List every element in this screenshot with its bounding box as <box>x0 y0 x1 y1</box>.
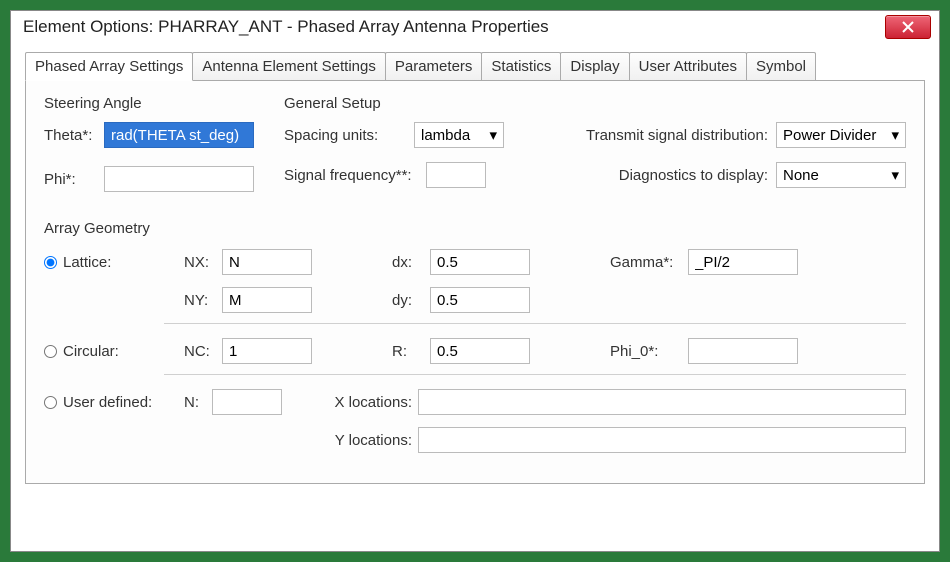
circular-radio[interactable]: Circular: <box>44 343 184 360</box>
signal-frequency-label: Signal frequency**: <box>284 167 426 184</box>
yloc-label: Y locations: <box>322 432 412 449</box>
phi-input[interactable] <box>104 166 254 192</box>
dy-input[interactable] <box>430 287 530 313</box>
n-input[interactable] <box>212 389 282 415</box>
tab-parameters[interactable]: Parameters <box>385 52 483 81</box>
theta-label: Theta*: <box>44 127 104 144</box>
spacing-units-value: lambda <box>421 127 470 144</box>
circular-label: Circular: <box>63 343 119 360</box>
close-button[interactable] <box>885 15 931 39</box>
chevron-down-icon: ▾ <box>891 126 899 144</box>
array-geometry-title: Array Geometry <box>44 220 906 237</box>
phi-label: Phi*: <box>44 171 104 188</box>
ny-input[interactable] <box>222 287 312 313</box>
tab-display[interactable]: Display <box>560 52 629 81</box>
dx-label: dx: <box>392 254 430 271</box>
tx-distribution-value: Power Divider <box>783 127 876 144</box>
steering-angle-section: Steering Angle Theta*: Phi*: <box>44 95 274 202</box>
xloc-input[interactable] <box>418 389 906 415</box>
phi0-label: Phi_0*: <box>610 343 688 360</box>
chevron-down-icon: ▾ <box>891 166 899 184</box>
dialog-window: Element Options: PHARRAY_ANT - Phased Ar… <box>10 10 940 552</box>
dy-label: dy: <box>392 292 430 309</box>
general-setup-left: General Setup Spacing units: lambda ▾ Si… <box>284 95 576 202</box>
ny-label: NY: <box>184 292 222 309</box>
tab-panel: Steering Angle Theta*: Phi*: General Set… <box>25 80 925 484</box>
user-defined-radio[interactable]: User defined: <box>44 394 184 411</box>
window-title: Element Options: PHARRAY_ANT - Phased Ar… <box>23 17 885 37</box>
gamma-label: Gamma*: <box>610 254 688 271</box>
lattice-radio-input[interactable] <box>44 256 57 269</box>
title-bar: Element Options: PHARRAY_ANT - Phased Ar… <box>11 11 939 43</box>
array-geometry-section: Array Geometry Lattice: NX: dx: Gamma*: <box>44 220 906 453</box>
spacing-units-label: Spacing units: <box>284 127 414 144</box>
separator <box>164 374 906 375</box>
tab-bar: Phased Array Settings Antenna Element Se… <box>25 52 925 81</box>
lattice-label: Lattice: <box>63 254 111 271</box>
tx-distribution-dropdown[interactable]: Power Divider ▾ <box>776 122 906 148</box>
diagnostics-dropdown[interactable]: None ▾ <box>776 162 906 188</box>
nc-input[interactable] <box>222 338 312 364</box>
n-label: N: <box>184 394 212 411</box>
tab-symbol[interactable]: Symbol <box>746 52 816 81</box>
r-label: R: <box>392 343 430 360</box>
top-grid: Steering Angle Theta*: Phi*: General Set… <box>44 95 906 202</box>
spacing-units-dropdown[interactable]: lambda ▾ <box>414 122 504 148</box>
yloc-input[interactable] <box>418 427 906 453</box>
steering-angle-title: Steering Angle <box>44 95 274 112</box>
general-setup-right: . Transmit signal distribution: Power Di… <box>586 95 906 202</box>
phi0-input[interactable] <box>688 338 798 364</box>
signal-frequency-input[interactable] <box>426 162 486 188</box>
tab-statistics[interactable]: Statistics <box>481 52 561 81</box>
diagnostics-value: None <box>783 167 819 184</box>
general-setup-title: General Setup <box>284 95 576 112</box>
user-defined-radio-input[interactable] <box>44 396 57 409</box>
close-icon <box>902 21 914 33</box>
tab-user-attributes[interactable]: User Attributes <box>629 52 747 81</box>
nc-label: NC: <box>184 343 222 360</box>
gamma-input[interactable] <box>688 249 798 275</box>
nx-label: NX: <box>184 254 222 271</box>
nx-input[interactable] <box>222 249 312 275</box>
separator <box>164 323 906 324</box>
circular-radio-input[interactable] <box>44 345 57 358</box>
xloc-label: X locations: <box>322 394 412 411</box>
tx-distribution-label: Transmit signal distribution: <box>586 127 768 144</box>
tab-phased-array-settings[interactable]: Phased Array Settings <box>25 52 193 81</box>
diagnostics-label: Diagnostics to display: <box>619 167 768 184</box>
dx-input[interactable] <box>430 249 530 275</box>
dialog-content: Phased Array Settings Antenna Element Se… <box>11 43 939 551</box>
theta-input[interactable] <box>104 122 254 148</box>
chevron-down-icon: ▾ <box>489 126 497 144</box>
lattice-radio[interactable]: Lattice: <box>44 254 184 271</box>
tab-antenna-element-settings[interactable]: Antenna Element Settings <box>192 52 385 81</box>
r-input[interactable] <box>430 338 530 364</box>
user-defined-label: User defined: <box>63 394 152 411</box>
